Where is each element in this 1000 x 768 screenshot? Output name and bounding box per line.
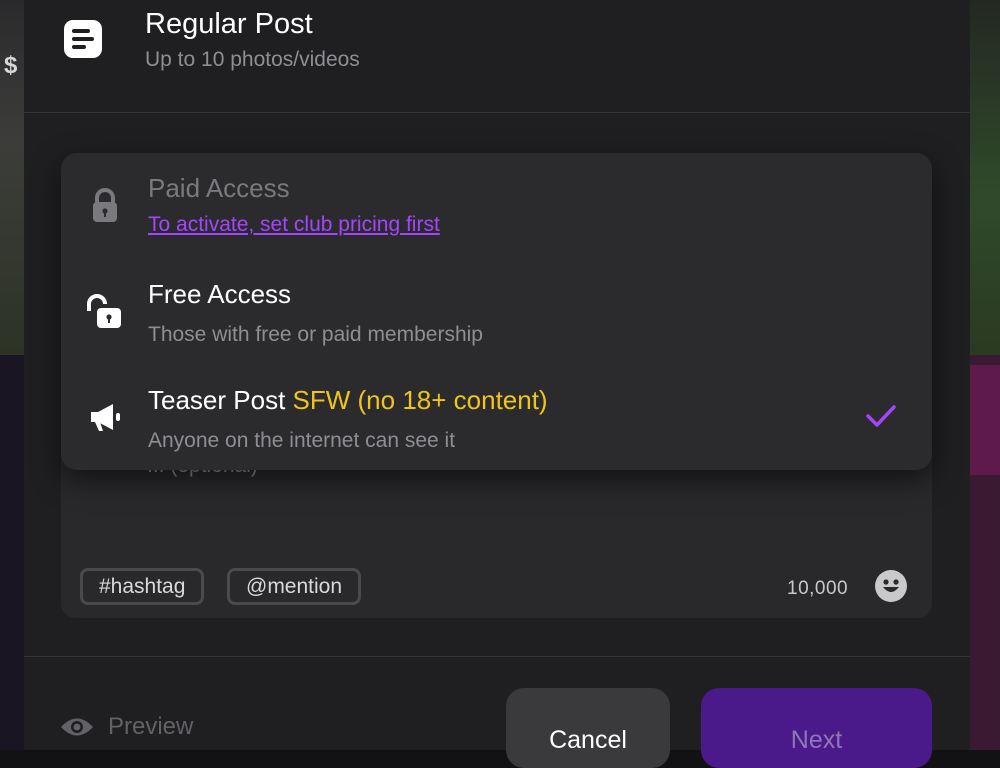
backdrop-price-text: $	[4, 52, 17, 80]
access-option-title: Free Access	[148, 279, 291, 310]
check-icon	[865, 403, 897, 429]
megaphone-icon	[85, 397, 125, 437]
teaser-title: Teaser Post	[148, 385, 285, 415]
post-text-icon	[64, 20, 102, 58]
sfw-badge: SFW (no 18+ content)	[293, 385, 548, 415]
cancel-button[interactable]: Cancel	[506, 688, 670, 768]
mention-chip[interactable]: @mention	[227, 568, 361, 605]
access-option-teaser[interactable]: Teaser Post SFW (no 18+ content) Anyone …	[61, 365, 932, 471]
backdrop-image-right	[966, 0, 1000, 355]
unlock-icon	[85, 291, 125, 331]
post-type-header[interactable]: Regular Post Up to 10 photos/videos	[24, 0, 970, 113]
access-option-title: Teaser Post SFW (no 18+ content)	[148, 385, 548, 416]
post-type-subtitle: Up to 10 photos/videos	[145, 48, 360, 72]
access-option-paid[interactable]: Paid Access To activate, set club pricin…	[61, 153, 932, 259]
preview-button[interactable]: Preview	[60, 710, 193, 744]
set-pricing-link[interactable]: To activate, set club pricing first	[148, 213, 440, 237]
post-type-title: Regular Post	[145, 8, 313, 41]
character-limit: 10,000	[787, 578, 848, 600]
footer-divider	[24, 656, 970, 657]
next-button[interactable]: Next	[701, 688, 932, 768]
backdrop-panel-right	[966, 355, 1000, 750]
access-level-menu: Paid Access To activate, set club pricin…	[61, 153, 932, 470]
access-option-title: Paid Access	[148, 173, 290, 204]
hashtag-chip[interactable]: #hashtag	[80, 568, 204, 605]
access-option-description: Anyone on the internet can see it	[148, 429, 455, 453]
eye-icon	[60, 716, 94, 738]
lock-icon	[85, 185, 125, 225]
emoji-icon[interactable]	[875, 570, 907, 602]
access-option-description: Those with free or paid membership	[148, 323, 483, 347]
preview-label: Preview	[108, 713, 193, 741]
access-option-free[interactable]: Free Access Those with free or paid memb…	[61, 259, 932, 365]
